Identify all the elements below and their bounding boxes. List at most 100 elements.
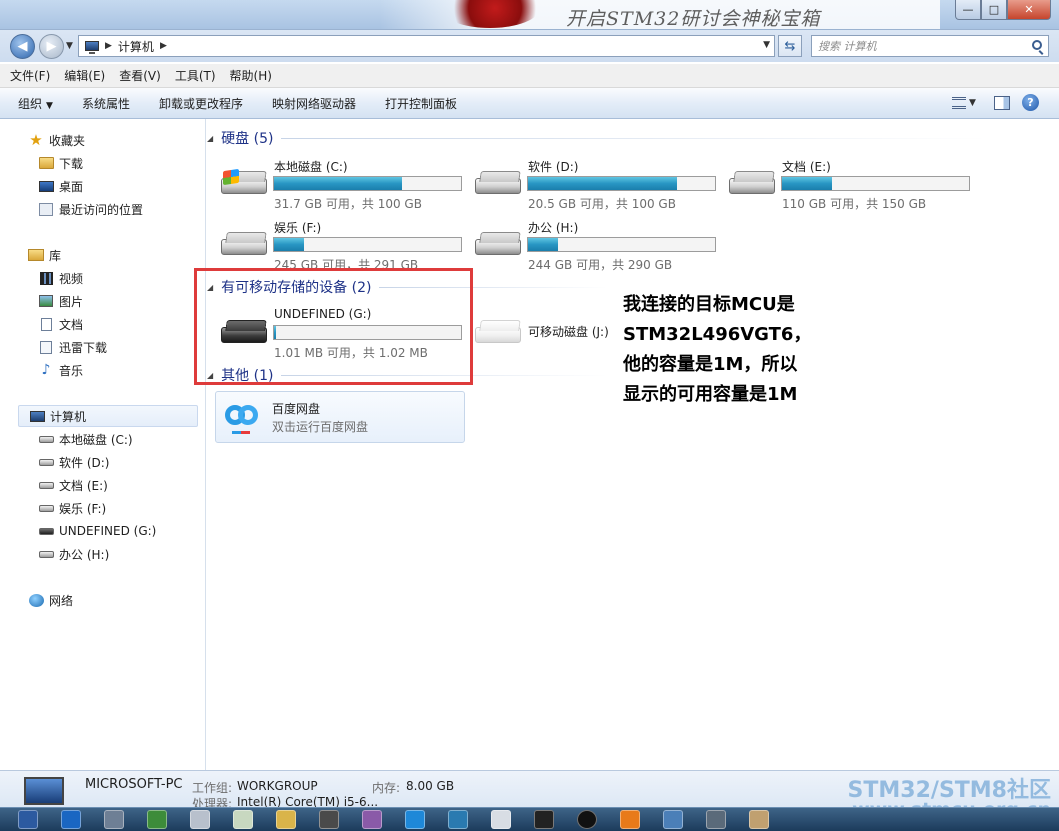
back-button[interactable]: ◀ xyxy=(10,34,35,59)
programmer-icon[interactable] xyxy=(319,810,339,829)
nav-item-drive-f[interactable]: 娱乐 (F:) xyxy=(38,497,106,519)
menu-file[interactable]: 文件(F) xyxy=(10,67,50,84)
forward-button[interactable]: ▶ xyxy=(39,34,64,59)
drive-free-space: 20.5 GB 可用，共 100 GB xyxy=(528,197,676,211)
address-bar[interactable]: ▶ 计算机 ▶ ▼ xyxy=(78,35,775,57)
drive-usage-fill xyxy=(528,177,677,190)
nav-item-music[interactable]: ♪ 音乐 xyxy=(38,359,83,381)
nav-item-label: 迅雷下载 xyxy=(59,340,108,355)
network-icon xyxy=(28,593,44,607)
title-bar: 开启STM32研讨会神秘宝箱 — □ ✕ xyxy=(0,0,1059,30)
nav-item-thunder-downloads[interactable]: 迅雷下载 xyxy=(38,336,107,358)
removable-drive-icon xyxy=(475,321,521,345)
drive-tile-f[interactable]: 娱乐 (F:) 245 GB 可用，共 291 GB xyxy=(217,219,467,275)
drive-name: 可移动磁盘 (J:) xyxy=(528,325,609,339)
system-properties-button[interactable]: 系统属性 xyxy=(82,95,130,112)
nav-item-recent-places[interactable]: 最近访问的位置 xyxy=(38,198,143,220)
flash-app-icon[interactable] xyxy=(18,810,38,829)
paint-icon[interactable] xyxy=(749,810,769,829)
uninstall-program-button[interactable]: 卸载或更改程序 xyxy=(159,95,243,112)
nav-item-drive-e[interactable]: 文档 (E:) xyxy=(38,474,108,496)
refresh-button[interactable]: ⇆ xyxy=(778,35,802,57)
st-tool-icon[interactable] xyxy=(448,810,468,829)
nav-favorites[interactable]: ★ 收藏夹 xyxy=(28,129,85,151)
nav-item-pictures[interactable]: 图片 xyxy=(38,290,83,312)
virtualbox-icon[interactable] xyxy=(663,810,683,829)
browser-icon[interactable] xyxy=(405,810,425,829)
nav-network[interactable]: 网络 xyxy=(28,589,73,611)
chevron-right-icon[interactable]: ▶ xyxy=(160,41,167,51)
outlook-icon[interactable] xyxy=(61,810,81,829)
terminal-icon[interactable] xyxy=(491,810,511,829)
drive-tile-e[interactable]: 文档 (E:) 110 GB 可用，共 150 GB xyxy=(725,158,975,214)
calculator-icon[interactable] xyxy=(190,810,210,829)
scrollbar[interactable] xyxy=(1051,119,1059,770)
chevron-right-icon[interactable]: ▶ xyxy=(105,41,112,51)
hard-drive-icon xyxy=(38,458,54,466)
nav-item-label: 娱乐 (F:) xyxy=(59,501,107,516)
nav-item-downloads[interactable]: 下载 xyxy=(38,152,83,174)
organize-button[interactable]: 组织 ▼ xyxy=(18,95,53,112)
drive-tile-c[interactable]: 本地磁盘 (C:) 31.7 GB 可用，共 100 GB xyxy=(217,158,467,214)
workgroup-label: 工作组: xyxy=(192,781,233,795)
app-tile-baidu-netdisk[interactable]: 百度网盘 双击运行百度网盘 xyxy=(215,391,465,443)
processor-value: Intel(R) Core(TM) i5-6... xyxy=(237,795,379,807)
nav-libraries[interactable]: 库 xyxy=(28,244,61,266)
drive-tile-d[interactable]: 软件 (D:) 20.5 GB 可用，共 100 GB xyxy=(471,158,721,214)
drive-tile-h[interactable]: 办公 (H:) 244 GB 可用，共 290 GB xyxy=(471,219,721,275)
view-controls: ▼ ? xyxy=(952,94,1039,111)
vivado-icon[interactable] xyxy=(147,810,167,829)
nav-computer[interactable]: 计算机 xyxy=(18,405,198,427)
menu-view[interactable]: 查看(V) xyxy=(119,67,161,84)
preview-pane-button[interactable] xyxy=(994,95,1010,110)
search-icon[interactable] xyxy=(1032,40,1042,50)
computer-manager-icon[interactable] xyxy=(706,810,726,829)
address-dropdown-icon[interactable]: ▼ xyxy=(763,40,770,50)
nav-item-drive-g[interactable]: UNDEFINED (G:) xyxy=(38,520,156,542)
search-placeholder: 搜索 计算机 xyxy=(818,40,877,53)
nav-item-drive-c[interactable]: 本地磁盘 (C:) xyxy=(38,428,133,450)
hard-drive-icon xyxy=(38,481,54,489)
hard-disk-shape xyxy=(221,239,267,255)
nav-libraries-label: 库 xyxy=(49,248,62,263)
map-network-drive-button[interactable]: 映射网络驱动器 xyxy=(272,95,356,112)
menu-tools[interactable]: 工具(T) xyxy=(175,67,216,84)
hard-drive-icon xyxy=(38,504,54,512)
drive-free-space: 110 GB 可用，共 150 GB xyxy=(782,197,927,211)
app-orange-icon[interactable] xyxy=(620,810,640,829)
folder-icon[interactable] xyxy=(276,810,296,829)
content-pane: ◢ 硬盘 (5) 本地磁盘 (C:) 31.7 GB 可用，共 100 GB 软… xyxy=(207,119,1059,770)
menu-help[interactable]: 帮助(H) xyxy=(230,67,272,84)
books-icon[interactable] xyxy=(362,810,382,829)
network-tool-icon[interactable] xyxy=(104,810,124,829)
memory-value: 8.00 GB xyxy=(406,779,455,793)
help-button[interactable]: ? xyxy=(1022,94,1039,111)
circuit-icon[interactable] xyxy=(534,810,554,829)
media-icon[interactable] xyxy=(577,810,597,829)
menu-edit[interactable]: 编辑(E) xyxy=(64,67,105,84)
maximize-button[interactable]: □ xyxy=(981,0,1007,20)
chevron-down-icon: ▼ xyxy=(46,100,53,111)
nav-item-drive-d[interactable]: 软件 (D:) xyxy=(38,451,109,473)
change-view-button[interactable]: ▼ xyxy=(952,95,982,111)
close-button[interactable]: ✕ xyxy=(1007,0,1051,20)
notepad-icon[interactable] xyxy=(233,810,253,829)
breadcrumb-computer[interactable]: 计算机 xyxy=(118,38,154,55)
search-input[interactable]: 搜索 计算机 xyxy=(811,35,1049,57)
hard-drive-icon xyxy=(221,233,267,257)
command-bar: 组织 ▼ 系统属性 卸载或更改程序 映射网络驱动器 打开控制面板 ▼ ? xyxy=(0,88,1059,119)
minimize-button[interactable]: — xyxy=(955,0,981,20)
nav-item-label: 最近访问的位置 xyxy=(59,202,144,217)
music-note-icon: ♪ xyxy=(41,362,51,378)
nav-item-documents[interactable]: 文档 xyxy=(38,313,83,335)
nav-item-label: UNDEFINED (G:) xyxy=(59,524,157,538)
open-control-panel-button[interactable]: 打开控制面板 xyxy=(385,95,457,112)
nav-item-drive-h[interactable]: 办公 (H:) xyxy=(38,543,109,565)
group-header-hard-drives[interactable]: ◢ 硬盘 (5) xyxy=(207,128,987,148)
nav-item-desktop[interactable]: 桌面 xyxy=(38,175,83,197)
nav-item-videos[interactable]: 视频 xyxy=(38,267,83,289)
collapse-triangle-icon[interactable]: ◢ xyxy=(207,134,213,143)
removable-disk-shape xyxy=(475,327,521,343)
recent-pages-dropdown[interactable]: ▼ xyxy=(66,41,73,51)
drive-usage-bar xyxy=(273,237,462,252)
